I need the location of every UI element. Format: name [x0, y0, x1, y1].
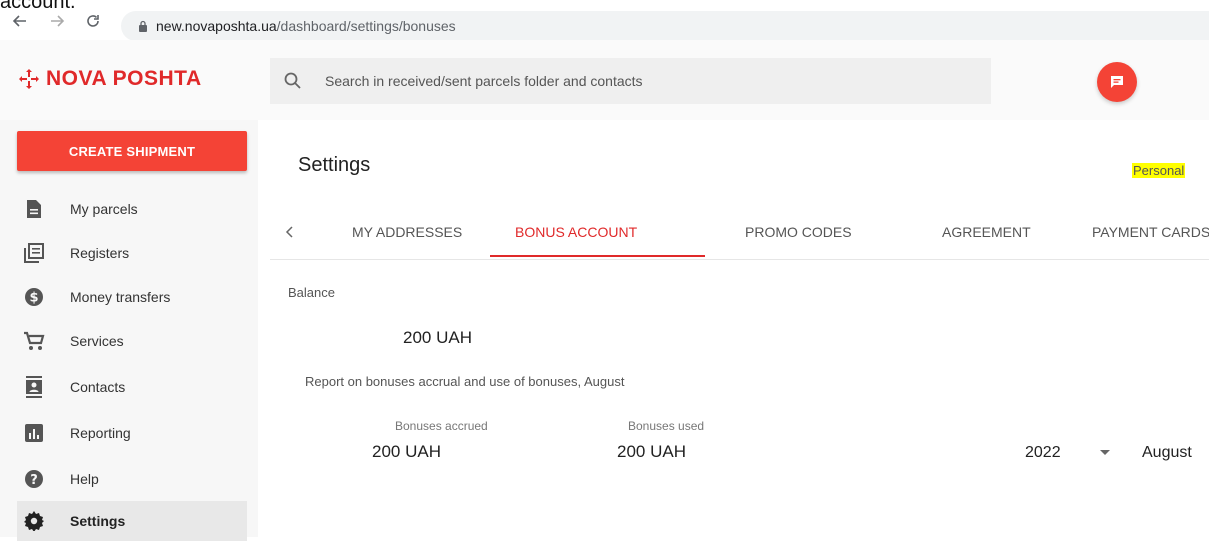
registers-icon [23, 242, 45, 264]
app-header: NOVA POSHTA [0, 40, 1209, 120]
balance-label: Balance [288, 285, 335, 300]
sidebar-item-label: Registers [70, 244, 130, 261]
sidebar-item-my-parcels[interactable]: My parcels [17, 190, 247, 227]
address-bar[interactable]: new.novaposhta.ua/dashboard/settings/bon… [121, 11, 1209, 41]
tab-agreement[interactable]: AGREEMENT [942, 224, 1031, 240]
gear-icon [23, 510, 45, 532]
back-arrow-icon[interactable] [9, 10, 31, 32]
url-host: new.novaposhta.ua [156, 18, 277, 34]
cart-icon [23, 330, 45, 352]
bonuses-used-value: 200 UAH [617, 442, 686, 461]
bonuses-accrued-label: Bonuses accrued [395, 419, 488, 433]
forward-arrow-icon[interactable] [46, 10, 68, 32]
help-icon: ? [23, 468, 45, 490]
sidebar-item-contacts[interactable]: Contacts [17, 368, 247, 405]
search-icon[interactable] [283, 71, 303, 91]
url-path: /dashboard/settings/bonuses [276, 18, 456, 34]
tab-bonus-account[interactable]: BONUS ACCOUNT [515, 224, 637, 240]
chat-button[interactable] [1097, 62, 1137, 102]
browser-bar: new.novaposhta.ua/dashboard/settings/bon… [0, 6, 1209, 41]
sidebar-item-reporting[interactable]: Reporting [17, 414, 247, 451]
sidebar-item-services[interactable]: Services [17, 322, 247, 359]
sidebar-item-help[interactable]: ? Help [17, 460, 247, 497]
reload-icon[interactable] [82, 10, 104, 32]
personal-label[interactable]: Personal [1132, 163, 1186, 178]
chevron-left-icon[interactable] [282, 224, 298, 240]
svg-text:$: $ [29, 290, 38, 305]
settings-panel: Settings Personal MY ADDRESSES BONUS ACC… [270, 130, 1209, 537]
tab-payment-cards[interactable]: PAYMENT CARDS [1092, 224, 1209, 240]
report-label: Report on bonuses accrual and use of bon… [305, 374, 625, 389]
lock-icon [139, 20, 147, 32]
bonuses-used-label: Bonuses used [628, 419, 705, 433]
bonuses-accrued-value: 200 UAH [372, 442, 441, 461]
sidebar-item-registers[interactable]: Registers [17, 234, 247, 271]
year-select[interactable]: 2022 [1025, 444, 1061, 462]
svg-text:?: ? [30, 473, 38, 488]
chart-icon [23, 422, 45, 444]
sidebar-item-label: Help [70, 470, 99, 487]
month-select[interactable]: August [1142, 444, 1192, 462]
sidebar-item-label: Reporting [70, 424, 131, 441]
search-bar [270, 58, 991, 104]
sidebar-item-money-transfers[interactable]: $ Money transfers [17, 278, 247, 315]
logo-text: NOVA POSHTA [46, 67, 202, 90]
sidebar-item-label: Services [70, 332, 124, 349]
sidebar-item-label: My parcels [70, 200, 138, 217]
page-title: Settings [298, 154, 371, 176]
contacts-icon [23, 375, 45, 398]
chat-icon [1111, 76, 1123, 88]
balance-value: 200 UAH [403, 328, 472, 347]
document-icon [23, 198, 45, 220]
tab-promo-codes[interactable]: PROMO CODES [745, 224, 852, 240]
sidebar-item-label: Settings [70, 513, 126, 529]
dollar-icon: $ [23, 286, 45, 308]
sidebar-item-label: Money transfers [70, 288, 171, 305]
nova-poshta-logo-icon [19, 69, 39, 89]
chevron-down-icon[interactable] [1100, 450, 1110, 455]
search-input[interactable] [323, 72, 967, 90]
sidebar-item-label: Contacts [70, 378, 126, 395]
sidebar: CREATE SHIPMENT My parcels Registers $ M… [0, 120, 258, 541]
create-shipment-button[interactable]: CREATE SHIPMENT [17, 131, 247, 171]
sidebar-item-settings[interactable]: Settings [17, 501, 247, 541]
tab-my-addresses[interactable]: MY ADDRESSES [352, 224, 462, 240]
tab-bar: MY ADDRESSES BONUS ACCOUNT PROMO CODES A… [270, 210, 1209, 260]
active-tab-indicator [490, 255, 705, 257]
logo[interactable]: NOVA POSHTA [18, 67, 202, 91]
